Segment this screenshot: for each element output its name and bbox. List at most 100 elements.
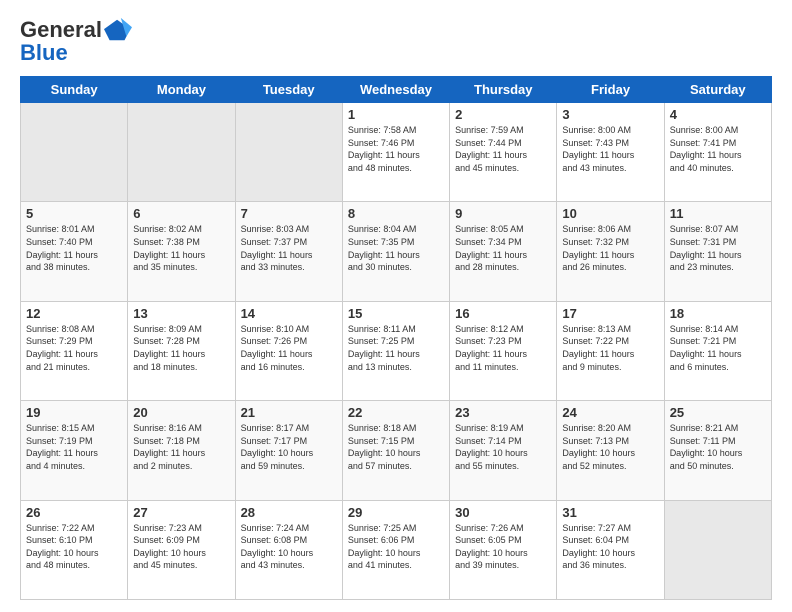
calendar-cell	[128, 103, 235, 202]
calendar-cell: 5 Sunrise: 8:01 AM Sunset: 7:40 PM Daylig…	[21, 202, 128, 301]
day-info: Sunrise: 8:14 AM Sunset: 7:21 PM Dayligh…	[670, 323, 766, 373]
day-info: Sunrise: 8:04 AM Sunset: 7:35 PM Dayligh…	[348, 223, 444, 273]
calendar-header-row: SundayMondayTuesdayWednesdayThursdayFrid…	[21, 77, 772, 103]
calendar-week-3: 12 Sunrise: 8:08 AM Sunset: 7:29 PM Dayli…	[21, 301, 772, 400]
col-header-monday: Monday	[128, 77, 235, 103]
calendar-cell: 10 Sunrise: 8:06 AM Sunset: 7:32 PM Dayli…	[557, 202, 664, 301]
day-info: Sunrise: 7:26 AM Sunset: 6:05 PM Dayligh…	[455, 522, 551, 572]
calendar-cell: 1 Sunrise: 7:58 AM Sunset: 7:46 PM Daylig…	[342, 103, 449, 202]
day-info: Sunrise: 7:59 AM Sunset: 7:44 PM Dayligh…	[455, 124, 551, 174]
day-info: Sunrise: 8:08 AM Sunset: 7:29 PM Dayligh…	[26, 323, 122, 373]
day-info: Sunrise: 8:09 AM Sunset: 7:28 PM Dayligh…	[133, 323, 229, 373]
day-info: Sunrise: 8:00 AM Sunset: 7:41 PM Dayligh…	[670, 124, 766, 174]
calendar-cell: 9 Sunrise: 8:05 AM Sunset: 7:34 PM Daylig…	[450, 202, 557, 301]
calendar-week-1: 1 Sunrise: 7:58 AM Sunset: 7:46 PM Daylig…	[21, 103, 772, 202]
day-number: 10	[562, 206, 658, 221]
calendar-cell: 21Sunrise: 8:17 AM Sunset: 7:17 PM Dayli…	[235, 401, 342, 500]
calendar-cell: 20Sunrise: 8:16 AM Sunset: 7:18 PM Dayli…	[128, 401, 235, 500]
col-header-tuesday: Tuesday	[235, 77, 342, 103]
day-info: Sunrise: 8:17 AM Sunset: 7:17 PM Dayligh…	[241, 422, 337, 472]
day-info: Sunrise: 8:20 AM Sunset: 7:13 PM Dayligh…	[562, 422, 658, 472]
day-info: Sunrise: 8:07 AM Sunset: 7:31 PM Dayligh…	[670, 223, 766, 273]
day-number: 4	[670, 107, 766, 122]
calendar-cell: 31 Sunrise: 7:27 AM Sunset: 6:04 PM Dayli…	[557, 500, 664, 599]
day-info: Sunrise: 7:24 AM Sunset: 6:08 PM Dayligh…	[241, 522, 337, 572]
day-number: 30	[455, 505, 551, 520]
day-number: 31	[562, 505, 658, 520]
col-header-friday: Friday	[557, 77, 664, 103]
calendar-cell: 23Sunrise: 8:19 AM Sunset: 7:14 PM Dayli…	[450, 401, 557, 500]
calendar-cell: 22 Sunrise: 8:18 AM Sunset: 7:15 PM Dayli…	[342, 401, 449, 500]
calendar-cell: 2 Sunrise: 7:59 AM Sunset: 7:44 PM Daylig…	[450, 103, 557, 202]
day-info: Sunrise: 8:00 AM Sunset: 7:43 PM Dayligh…	[562, 124, 658, 174]
calendar-cell	[21, 103, 128, 202]
calendar-cell: 12 Sunrise: 8:08 AM Sunset: 7:29 PM Dayli…	[21, 301, 128, 400]
calendar-cell: 26 Sunrise: 7:22 AM Sunset: 6:10 PM Dayli…	[21, 500, 128, 599]
calendar: SundayMondayTuesdayWednesdayThursdayFrid…	[20, 76, 772, 600]
day-info: Sunrise: 8:10 AM Sunset: 7:26 PM Dayligh…	[241, 323, 337, 373]
col-header-thursday: Thursday	[450, 77, 557, 103]
day-number: 1	[348, 107, 444, 122]
calendar-cell: 11Sunrise: 8:07 AM Sunset: 7:31 PM Dayli…	[664, 202, 771, 301]
calendar-week-2: 5 Sunrise: 8:01 AM Sunset: 7:40 PM Daylig…	[21, 202, 772, 301]
calendar-cell: 8Sunrise: 8:04 AM Sunset: 7:35 PM Daylig…	[342, 202, 449, 301]
day-number: 19	[26, 405, 122, 420]
day-info: Sunrise: 8:11 AM Sunset: 7:25 PM Dayligh…	[348, 323, 444, 373]
calendar-week-4: 19 Sunrise: 8:15 AM Sunset: 7:19 PM Dayli…	[21, 401, 772, 500]
day-number: 3	[562, 107, 658, 122]
day-number: 15	[348, 306, 444, 321]
day-info: Sunrise: 8:03 AM Sunset: 7:37 PM Dayligh…	[241, 223, 337, 273]
day-info: Sunrise: 7:58 AM Sunset: 7:46 PM Dayligh…	[348, 124, 444, 174]
page-header: General Blue	[20, 16, 772, 66]
logo: General Blue	[20, 16, 132, 66]
calendar-cell	[235, 103, 342, 202]
day-info: Sunrise: 7:25 AM Sunset: 6:06 PM Dayligh…	[348, 522, 444, 572]
day-info: Sunrise: 8:12 AM Sunset: 7:23 PM Dayligh…	[455, 323, 551, 373]
col-header-sunday: Sunday	[21, 77, 128, 103]
day-info: Sunrise: 8:16 AM Sunset: 7:18 PM Dayligh…	[133, 422, 229, 472]
day-number: 14	[241, 306, 337, 321]
calendar-cell: 16Sunrise: 8:12 AM Sunset: 7:23 PM Dayli…	[450, 301, 557, 400]
calendar-cell: 13Sunrise: 8:09 AM Sunset: 7:28 PM Dayli…	[128, 301, 235, 400]
day-number: 29	[348, 505, 444, 520]
calendar-cell: 14 Sunrise: 8:10 AM Sunset: 7:26 PM Dayli…	[235, 301, 342, 400]
day-info: Sunrise: 8:13 AM Sunset: 7:22 PM Dayligh…	[562, 323, 658, 373]
calendar-cell: 29 Sunrise: 7:25 AM Sunset: 6:06 PM Dayli…	[342, 500, 449, 599]
day-number: 12	[26, 306, 122, 321]
day-number: 24	[562, 405, 658, 420]
day-number: 27	[133, 505, 229, 520]
logo-icon	[104, 16, 132, 44]
calendar-cell: 6 Sunrise: 8:02 AM Sunset: 7:38 PM Daylig…	[128, 202, 235, 301]
calendar-cell: 4 Sunrise: 8:00 AM Sunset: 7:41 PM Daylig…	[664, 103, 771, 202]
day-info: Sunrise: 7:22 AM Sunset: 6:10 PM Dayligh…	[26, 522, 122, 572]
day-info: Sunrise: 8:05 AM Sunset: 7:34 PM Dayligh…	[455, 223, 551, 273]
day-number: 2	[455, 107, 551, 122]
calendar-cell: 30 Sunrise: 7:26 AM Sunset: 6:05 PM Dayli…	[450, 500, 557, 599]
day-info: Sunrise: 8:06 AM Sunset: 7:32 PM Dayligh…	[562, 223, 658, 273]
day-info: Sunrise: 7:23 AM Sunset: 6:09 PM Dayligh…	[133, 522, 229, 572]
day-info: Sunrise: 8:15 AM Sunset: 7:19 PM Dayligh…	[26, 422, 122, 472]
calendar-cell: 17 Sunrise: 8:13 AM Sunset: 7:22 PM Dayli…	[557, 301, 664, 400]
day-number: 22	[348, 405, 444, 420]
calendar-cell: 28 Sunrise: 7:24 AM Sunset: 6:08 PM Dayli…	[235, 500, 342, 599]
calendar-cell: 7Sunrise: 8:03 AM Sunset: 7:37 PM Daylig…	[235, 202, 342, 301]
calendar-cell: 15 Sunrise: 8:11 AM Sunset: 7:25 PM Dayli…	[342, 301, 449, 400]
day-number: 28	[241, 505, 337, 520]
day-info: Sunrise: 8:02 AM Sunset: 7:38 PM Dayligh…	[133, 223, 229, 273]
calendar-cell: 18 Sunrise: 8:14 AM Sunset: 7:21 PM Dayli…	[664, 301, 771, 400]
day-info: Sunrise: 7:27 AM Sunset: 6:04 PM Dayligh…	[562, 522, 658, 572]
day-info: Sunrise: 8:01 AM Sunset: 7:40 PM Dayligh…	[26, 223, 122, 273]
day-info: Sunrise: 8:21 AM Sunset: 7:11 PM Dayligh…	[670, 422, 766, 472]
day-number: 18	[670, 306, 766, 321]
calendar-cell: 25Sunrise: 8:21 AM Sunset: 7:11 PM Dayli…	[664, 401, 771, 500]
day-number: 17	[562, 306, 658, 321]
day-number: 5	[26, 206, 122, 221]
day-number: 23	[455, 405, 551, 420]
day-info: Sunrise: 8:18 AM Sunset: 7:15 PM Dayligh…	[348, 422, 444, 472]
calendar-cell: 24 Sunrise: 8:20 AM Sunset: 7:13 PM Dayli…	[557, 401, 664, 500]
calendar-cell: 3 Sunrise: 8:00 AM Sunset: 7:43 PM Daylig…	[557, 103, 664, 202]
day-number: 9	[455, 206, 551, 221]
day-number: 26	[26, 505, 122, 520]
calendar-cell: 27 Sunrise: 7:23 AM Sunset: 6:09 PM Dayli…	[128, 500, 235, 599]
day-number: 6	[133, 206, 229, 221]
